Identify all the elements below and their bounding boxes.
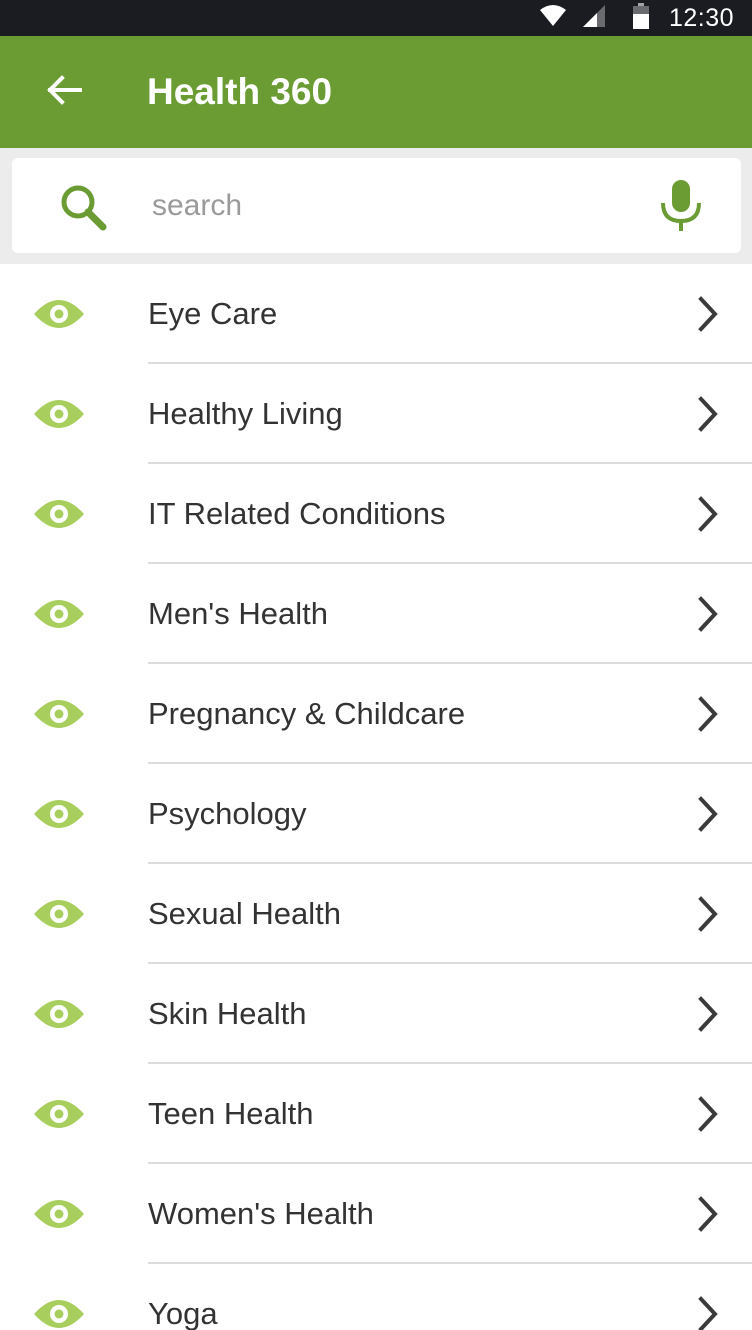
status-bar: 12:30 xyxy=(0,0,752,36)
list-item-men-s-health[interactable]: Men's Health xyxy=(0,564,752,664)
chevron-right-icon xyxy=(693,1294,725,1330)
search-icon[interactable] xyxy=(58,182,112,232)
category-list: Eye Care Healthy Living IT Related Condi… xyxy=(0,264,752,1330)
wifi-icon xyxy=(539,4,567,32)
list-item-label: Sexual Health xyxy=(148,896,342,931)
chevron-right-icon xyxy=(693,694,725,734)
search-area xyxy=(0,148,752,264)
chevron-right-icon xyxy=(693,294,725,334)
list-item-label: IT Related Conditions xyxy=(148,496,446,531)
list-item-skin-health[interactable]: Skin Health xyxy=(0,964,752,1064)
list-item-yoga[interactable]: Yoga xyxy=(0,1264,752,1330)
signal-icon xyxy=(581,3,607,34)
eye-icon xyxy=(33,295,85,333)
eye-icon xyxy=(33,1095,85,1133)
eye-icon xyxy=(33,595,85,633)
eye-icon xyxy=(33,395,85,433)
list-item-label: Psychology xyxy=(148,796,307,831)
search-bar xyxy=(12,158,741,253)
list-item-label: Healthy Living xyxy=(148,396,343,431)
arrow-left-icon xyxy=(46,74,82,110)
search-input[interactable] xyxy=(148,176,626,236)
microphone-icon[interactable] xyxy=(658,178,704,234)
list-item-label: Yoga xyxy=(148,1296,218,1330)
eye-icon xyxy=(33,495,85,533)
chevron-right-icon xyxy=(693,394,725,434)
list-item-label: Pregnancy & Childcare xyxy=(148,696,466,731)
battery-icon xyxy=(632,2,649,34)
list-item-psychology[interactable]: Psychology xyxy=(0,764,752,864)
list-item-label: Men's Health xyxy=(148,596,328,631)
eye-icon xyxy=(33,695,85,733)
chevron-right-icon xyxy=(693,1094,725,1134)
eye-icon xyxy=(33,1295,85,1330)
status-icons: 12:30 xyxy=(539,0,734,36)
list-item-teen-health[interactable]: Teen Health xyxy=(0,1064,752,1164)
list-item-label: Teen Health xyxy=(148,1096,314,1131)
chevron-right-icon xyxy=(693,594,725,634)
list-item-label: Eye Care xyxy=(148,296,278,331)
chevron-right-icon xyxy=(693,994,725,1034)
eye-icon xyxy=(33,895,85,933)
list-item-label: Skin Health xyxy=(148,996,307,1031)
list-item-pregnancy-childcare[interactable]: Pregnancy & Childcare xyxy=(0,664,752,764)
page-title: Health 360 xyxy=(147,71,333,112)
status-time: 12:30 xyxy=(668,3,734,32)
eye-icon xyxy=(33,1195,85,1233)
chevron-right-icon xyxy=(693,794,725,834)
list-item-it-related-conditions[interactable]: IT Related Conditions xyxy=(0,464,752,564)
back-button[interactable] xyxy=(32,60,96,124)
list-item-healthy-living[interactable]: Healthy Living xyxy=(0,364,752,464)
list-item-women-s-health[interactable]: Women's Health xyxy=(0,1164,752,1264)
list-item-eye-care[interactable]: Eye Care xyxy=(0,264,752,364)
chevron-right-icon xyxy=(693,1194,725,1234)
chevron-right-icon xyxy=(693,494,725,534)
list-item-label: Women's Health xyxy=(148,1196,374,1231)
list-item-sexual-health[interactable]: Sexual Health xyxy=(0,864,752,964)
app-bar: Health 360 xyxy=(0,36,752,148)
eye-icon xyxy=(33,795,85,833)
chevron-right-icon xyxy=(693,894,725,934)
eye-icon xyxy=(33,995,85,1033)
